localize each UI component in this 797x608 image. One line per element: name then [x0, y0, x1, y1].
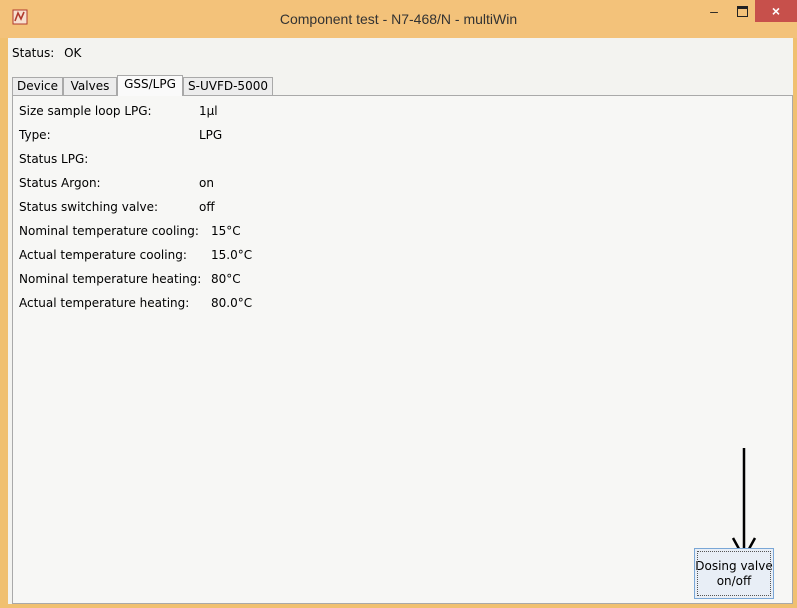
tab-gss-lpg[interactable]: GSS/LPG [117, 75, 183, 96]
row-label: Actual temperature cooling: [19, 248, 187, 262]
row-label: Status switching valve: [19, 200, 159, 214]
row-value: 80°C [211, 272, 241, 286]
row-label: Actual temperature heating: [19, 296, 190, 310]
row-value: on [199, 176, 214, 190]
client-area: Status: OK Device Valves GSS/LPG S-UVFD-… [8, 38, 793, 604]
row-label: Status Argon: [19, 176, 101, 190]
row-label: Nominal temperature heating: [19, 272, 202, 286]
maximize-button[interactable] [728, 0, 756, 22]
row-value: 15°C [211, 224, 241, 238]
title-bar[interactable]: Component test - N7-468/N - multiWin – × [0, 0, 797, 38]
row-label: Size sample loop LPG: [19, 104, 152, 118]
row-value: LPG [199, 128, 223, 142]
dosing-button-line2: on/off [716, 574, 752, 588]
maximize-icon [736, 6, 748, 17]
app-window: Component test - N7-468/N - multiWin – ×… [0, 0, 797, 608]
status-value: OK [64, 46, 82, 60]
down-arrow-icon [731, 448, 757, 561]
close-button[interactable]: × [755, 0, 797, 22]
row-value: off [199, 200, 215, 214]
row-label: Status LPG: [19, 152, 89, 166]
row-value: 1µl [199, 104, 218, 118]
tab-s-uvfd-5000[interactable]: S-UVFD-5000 [183, 77, 273, 95]
tab-valves[interactable]: Valves [63, 77, 117, 95]
row-label: Type: [19, 128, 51, 142]
row-value: 80.0°C [211, 296, 253, 310]
tab-panel: Size sample loop LPG: 1µl Type: LPG Stat… [12, 95, 793, 604]
status-line: Status: OK [12, 46, 81, 60]
tab-device[interactable]: Device [12, 77, 63, 95]
dosing-button-line1: Dosing valve [695, 559, 773, 573]
status-label: Status: [12, 46, 55, 60]
dosing-valve-button[interactable]: Dosing valve on/off [694, 548, 774, 599]
window-title: Component test - N7-468/N - multiWin [279, 11, 518, 27]
minimize-button[interactable]: – [700, 0, 728, 22]
row-label: Nominal temperature cooling: [19, 224, 199, 238]
row-value: 15.0°C [211, 248, 253, 262]
